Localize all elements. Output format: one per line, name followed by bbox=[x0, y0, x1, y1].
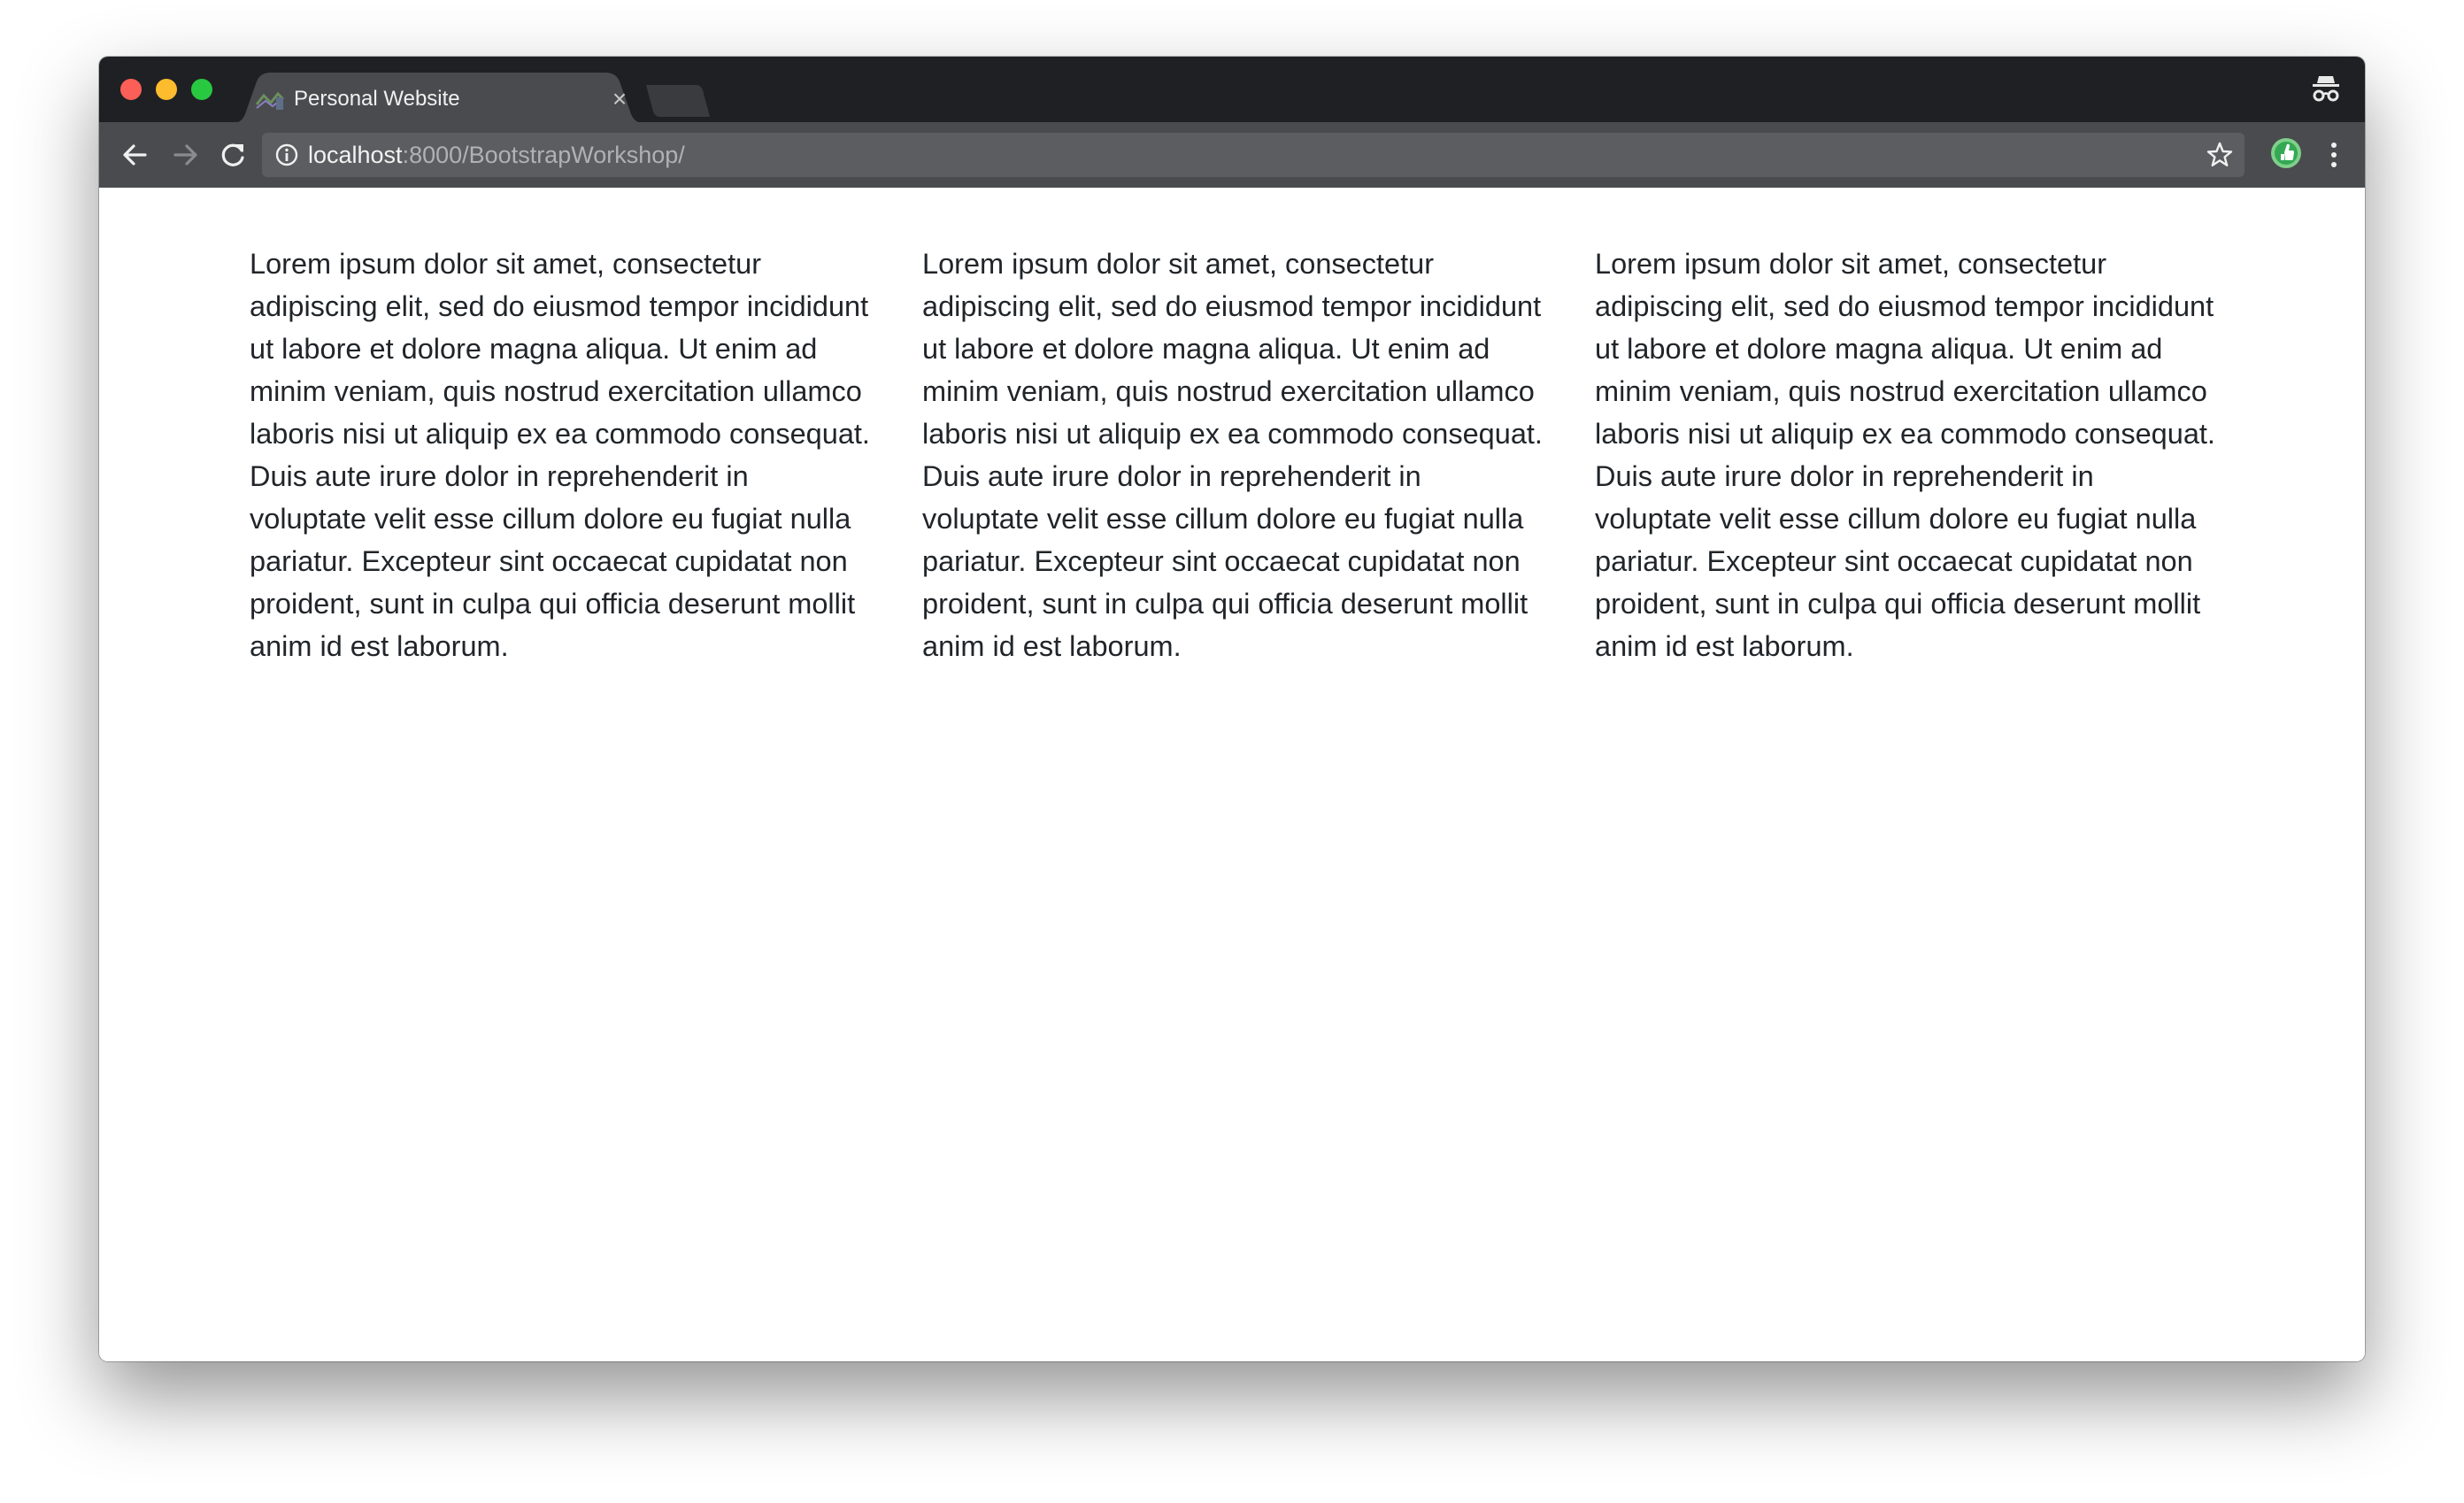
new-tab-button[interactable] bbox=[646, 85, 717, 117]
url-text[interactable]: localhost:8000/BootstrapWorkshop/ bbox=[308, 133, 685, 177]
incognito-icon bbox=[2313, 76, 2339, 102]
kebab-menu-icon[interactable] bbox=[2315, 136, 2352, 173]
text-column-2: Lorem ipsum dolor sit amet, consectetur … bbox=[922, 248, 1543, 662]
text-column-1: Lorem ipsum dolor sit amet, consectetur … bbox=[250, 248, 870, 662]
star-icon[interactable] bbox=[2206, 141, 2234, 169]
back-arrow-icon[interactable] bbox=[117, 136, 154, 173]
tab-title: Personal Website bbox=[294, 87, 460, 111]
window-minimize-button[interactable] bbox=[156, 79, 177, 100]
url-path: :8000/BootstrapWorkshop/ bbox=[402, 142, 685, 168]
browser-toolbar: localhost:8000/BootstrapWorkshop/ bbox=[99, 122, 2365, 189]
text-column-3: Lorem ipsum dolor sit amet, consectetur … bbox=[1595, 248, 2215, 662]
url-host: localhost bbox=[308, 142, 403, 168]
window-close-button[interactable] bbox=[120, 79, 142, 100]
info-icon[interactable] bbox=[274, 143, 299, 167]
forward-arrow-icon[interactable] bbox=[166, 136, 204, 173]
bootstrap-favicon-icon bbox=[255, 91, 285, 110]
page-content: Lorem ipsum dolor sit amet, consectetur … bbox=[99, 188, 2365, 1361]
address-bar[interactable]: localhost:8000/BootstrapWorkshop/ bbox=[262, 133, 2245, 177]
desktop-background: Personal Website × localhost:8000/Bootst… bbox=[0, 0, 2464, 1503]
tab-strip: Personal Website × bbox=[99, 57, 2365, 124]
tab-close-icon[interactable]: × bbox=[605, 85, 634, 113]
reload-icon[interactable] bbox=[214, 136, 251, 173]
window-maximize-button[interactable] bbox=[191, 79, 212, 100]
green-extension-icon[interactable] bbox=[2268, 135, 2305, 172]
browser-window: Personal Website × localhost:8000/Bootst… bbox=[99, 57, 2365, 1361]
